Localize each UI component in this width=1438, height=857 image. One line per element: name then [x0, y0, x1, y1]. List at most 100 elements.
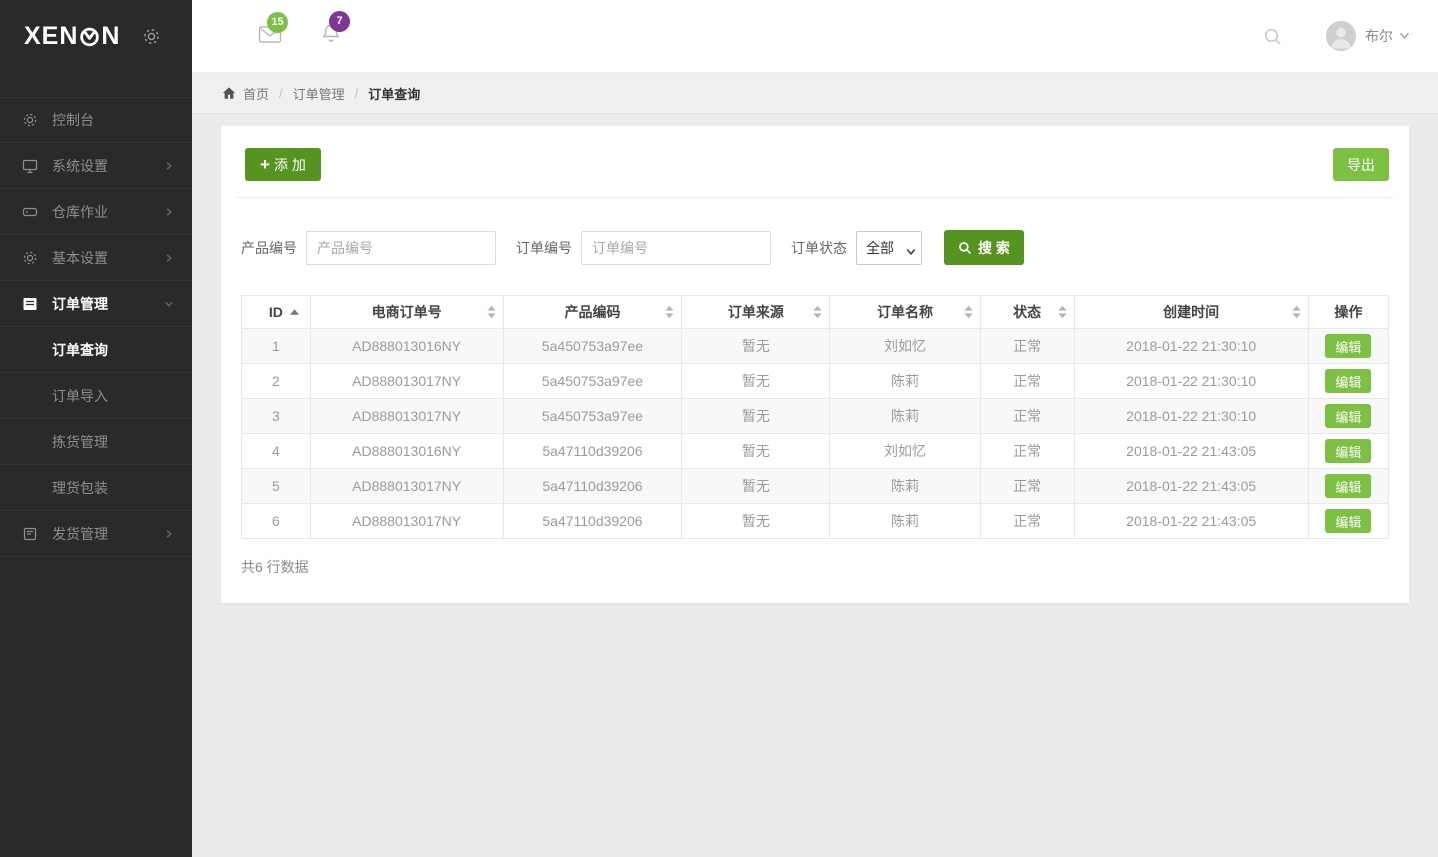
monitor-icon	[22, 157, 39, 174]
breadcrumb-separator: /	[279, 86, 283, 101]
tag-icon	[22, 203, 39, 220]
cell-id: 4	[242, 434, 311, 469]
product-code-input[interactable]	[306, 231, 496, 265]
cell-actions: 编辑	[1308, 469, 1388, 504]
sort-icon[interactable]	[1292, 306, 1301, 319]
messages-button[interactable]: 15	[258, 24, 282, 49]
column-header[interactable]: 订单名称	[830, 296, 980, 329]
cell-order-name: 刘如忆	[830, 434, 980, 469]
export-button[interactable]: 导出	[1333, 148, 1389, 181]
cell-product-code: 5a47110d39206	[503, 434, 682, 469]
cell-created-at: 2018-01-22 21:43:05	[1074, 469, 1308, 504]
breadcrumb-separator: /	[355, 86, 359, 101]
column-header[interactable]: 电商订单号	[310, 296, 503, 329]
sidebar-subitem-label: 订单导入	[52, 386, 108, 406]
sidebar-item-system-settings[interactable]: 系统设置	[0, 143, 192, 189]
sidebar-nav: 控制台 系统设置 仓库作业 基本设置 订单管理 订单查询 订单导入	[0, 97, 192, 557]
chevron-right-icon	[164, 207, 174, 217]
edit-button[interactable]: 编辑	[1325, 439, 1371, 463]
sidebar-subitem-tally-packing[interactable]: 理货包装	[0, 465, 192, 511]
sort-icon[interactable]	[665, 306, 674, 319]
breadcrumb-section[interactable]: 订单管理	[293, 84, 345, 103]
edit-button[interactable]: 编辑	[1325, 334, 1371, 358]
row-count-text: 共6 行数据	[241, 557, 1389, 577]
sidebar-item-shipping-management[interactable]: 发货管理	[0, 511, 192, 557]
edit-button[interactable]: 编辑	[1325, 474, 1371, 498]
journal-icon	[22, 525, 39, 542]
content-card: + 添 加 导出 产品编号 订单编号 订单状态 全部	[221, 126, 1409, 603]
sidebar-subitem-order-query[interactable]: 订单查询	[0, 327, 192, 373]
column-header[interactable]: 产品编码	[503, 296, 682, 329]
messages-badge: 15	[267, 12, 288, 33]
top-header: 15 7 布尔	[192, 0, 1438, 73]
cell-order-name: 陈莉	[830, 399, 980, 434]
cell-order-source: 暂无	[682, 399, 830, 434]
sidebar-subitem-label: 理货包装	[52, 478, 108, 498]
sort-icon[interactable]	[1058, 306, 1067, 319]
column-header[interactable]: 创建时间	[1074, 296, 1308, 329]
main-area: 15 7 布尔 首页 / 订单管理 / 订单查询	[192, 0, 1438, 857]
column-header-label: 电商订单号	[372, 304, 442, 320]
logo-o-icon	[79, 25, 100, 49]
cell-order-source: 暂无	[682, 504, 830, 539]
breadcrumb-home[interactable]: 首页	[243, 84, 269, 103]
sidebar-subitem-label: 拣货管理	[52, 432, 108, 452]
sidebar-item-label: 发货管理	[52, 524, 164, 544]
cell-product-code: 5a450753a97ee	[503, 399, 682, 434]
cell-order-name: 陈莉	[830, 504, 980, 539]
sidebar-item-order-management[interactable]: 订单管理	[0, 281, 192, 327]
cell-id: 6	[242, 504, 311, 539]
sort-icon[interactable]	[964, 306, 973, 319]
add-button[interactable]: + 添 加	[245, 148, 321, 181]
sort-ascending-icon[interactable]	[290, 309, 299, 315]
table-body: 1AD888013016NY5a450753a97ee暂无刘如忆正常2018-0…	[242, 329, 1389, 539]
chevron-down-icon	[1399, 32, 1410, 40]
sort-icon[interactable]	[487, 306, 496, 319]
sidebar-subitem-picking-management[interactable]: 拣货管理	[0, 419, 192, 465]
sidebar-subitem-order-import[interactable]: 订单导入	[0, 373, 192, 419]
sort-icon[interactable]	[813, 306, 822, 319]
table-header-row: ID 电商订单号 产品编码 订单来源 订单名称 状态创建时间 操作	[242, 296, 1389, 329]
column-header[interactable]: ID	[242, 296, 311, 329]
order-code-input[interactable]	[581, 231, 771, 265]
sidebar-item-warehouse-ops[interactable]: 仓库作业	[0, 189, 192, 235]
column-header-label: 订单来源	[728, 304, 784, 320]
column-header-label: 操作	[1334, 304, 1362, 320]
sidebar-item-label: 控制台	[52, 110, 174, 130]
cell-actions: 编辑	[1308, 504, 1388, 539]
column-header[interactable]: 订单来源	[682, 296, 830, 329]
sidebar-settings-gear-icon[interactable]	[142, 27, 161, 46]
search-icon[interactable]	[1263, 27, 1282, 46]
sidebar-subitem-label: 订单查询	[52, 340, 108, 360]
order-status-select-wrap: 全部	[856, 231, 922, 265]
cell-ecommerce-order-no: AD888013017NY	[310, 504, 503, 539]
sidebar-item-console[interactable]: 控制台	[0, 97, 192, 143]
avatar[interactable]	[1326, 21, 1356, 51]
table-row: 6AD888013017NY5a47110d39206暂无陈莉正常2018-01…	[242, 504, 1389, 539]
home-icon	[222, 86, 236, 100]
notifications-button[interactable]: 7	[320, 23, 342, 50]
cell-order-source: 暂无	[682, 469, 830, 504]
sidebar-item-basic-settings[interactable]: 基本设置	[0, 235, 192, 281]
chevron-right-icon	[164, 253, 174, 263]
table-row: 4AD888013016NY5a47110d39206暂无刘如忆正常2018-0…	[242, 434, 1389, 469]
user-menu[interactable]: 布尔	[1365, 26, 1410, 46]
sidebar-item-label: 仓库作业	[52, 202, 164, 222]
table-row: 1AD888013016NY5a450753a97ee暂无刘如忆正常2018-0…	[242, 329, 1389, 364]
search-button[interactable]: 搜 索	[944, 230, 1024, 265]
cell-product-code: 5a47110d39206	[503, 469, 682, 504]
filter-bar: 产品编号 订单编号 订单状态 全部 搜 索	[241, 230, 1389, 265]
column-header-label: 订单名称	[877, 304, 933, 320]
gear-icon	[22, 249, 39, 266]
username-text: 布尔	[1365, 26, 1393, 46]
add-button-label: 添 加	[274, 155, 306, 175]
edit-button[interactable]: 编辑	[1325, 369, 1371, 393]
cell-id: 3	[242, 399, 311, 434]
edit-button[interactable]: 编辑	[1325, 509, 1371, 533]
sidebar: XENN 控制台 系统设置 仓库作业 基本设置 订单管理	[0, 0, 192, 857]
cell-created-at: 2018-01-22 21:30:10	[1074, 399, 1308, 434]
column-header[interactable]: 状态	[980, 296, 1074, 329]
order-status-select[interactable]: 全部	[856, 231, 922, 265]
cell-ecommerce-order-no: AD888013016NY	[310, 434, 503, 469]
edit-button[interactable]: 编辑	[1325, 404, 1371, 428]
